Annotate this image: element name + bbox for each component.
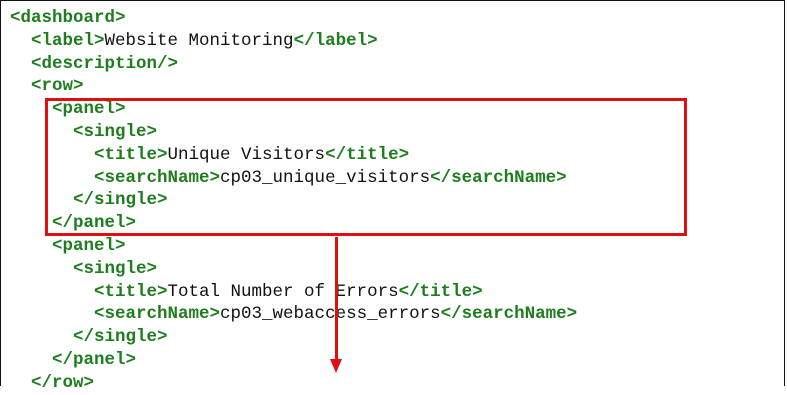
xml-tag: <panel>	[52, 235, 126, 256]
xml-tag: <single>	[73, 258, 158, 279]
code-line: <description/>	[10, 53, 577, 76]
search-name-value: cp03_webaccess_errors	[220, 304, 441, 325]
xml-tag: </panel>	[52, 349, 137, 370]
label-value: Website Monitoring	[104, 30, 294, 51]
code-line: <panel>	[10, 235, 577, 258]
xml-tag: <label>	[31, 30, 105, 51]
xml-tag: </label>	[293, 30, 378, 51]
xml-tag: </row>	[31, 372, 95, 393]
xml-tag: </single>	[73, 327, 168, 348]
code-line: </single>	[10, 326, 577, 349]
xml-tag: </searchName>	[440, 304, 578, 325]
xml-tag: <dashboard>	[10, 8, 126, 28]
arrow-shaft	[335, 237, 338, 361]
arrow-down-icon	[330, 359, 342, 373]
code-line: </panel>	[10, 349, 577, 372]
xml-tag: <searchName>	[94, 304, 221, 325]
panel-highlight-box	[45, 98, 687, 236]
xml-tag: </title>	[398, 281, 483, 302]
code-line: <title>Total Number of Errors</title>	[10, 281, 577, 304]
code-line: <single>	[10, 258, 577, 281]
xml-tag: <row>	[31, 76, 84, 97]
code-line: <label>Website Monitoring</label>	[10, 30, 577, 53]
xml-tag: <title>	[94, 281, 168, 302]
code-frame: <dashboard> <label>Website Monitoring</l…	[0, 0, 785, 393]
code-line: </row>	[10, 372, 577, 395]
code-line: <searchName>cp03_webaccess_errors</searc…	[10, 303, 577, 326]
code-line: <row>	[10, 75, 577, 98]
xml-tag: <description/>	[31, 53, 179, 74]
code-line: <dashboard>	[10, 7, 577, 30]
title-value: Total Number of Errors	[167, 281, 399, 302]
